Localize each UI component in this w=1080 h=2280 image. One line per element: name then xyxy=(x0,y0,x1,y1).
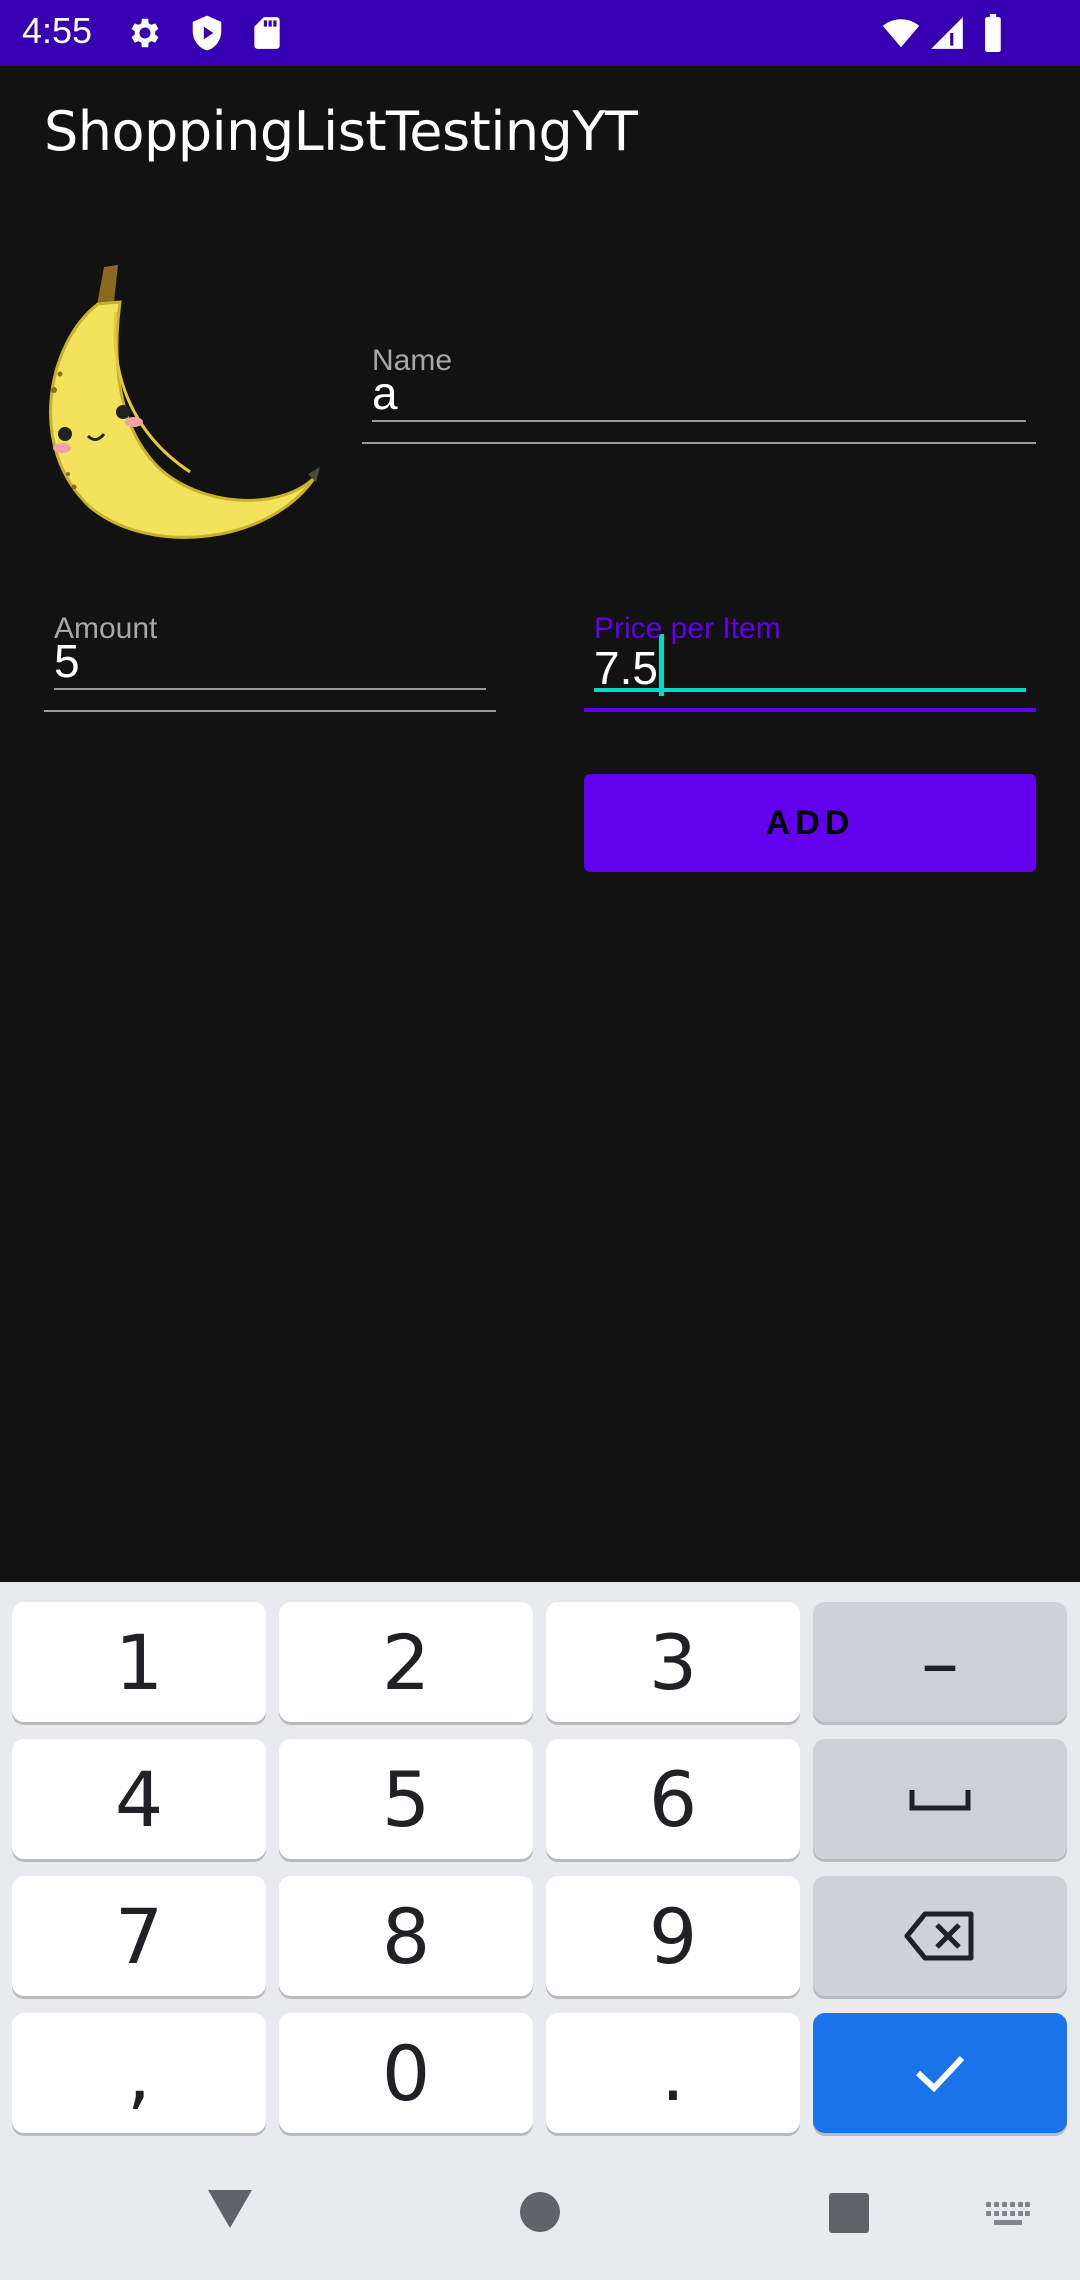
status-time: 4:55 xyxy=(22,10,93,51)
amount-field[interactable]: Amount 5 xyxy=(44,612,496,712)
key-0[interactable]: 0 xyxy=(279,2013,533,2133)
name-outline xyxy=(362,442,1036,444)
key-period[interactable]: . xyxy=(546,2013,800,2133)
sd-card-icon xyxy=(254,17,280,49)
recents-icon[interactable] xyxy=(828,2192,870,2234)
amount-outline xyxy=(44,710,496,712)
key-minus[interactable]: – xyxy=(813,1602,1067,1722)
add-button[interactable]: ADD xyxy=(584,774,1036,872)
home-icon[interactable] xyxy=(518,2190,562,2234)
key-7[interactable]: 7 xyxy=(12,1876,266,1996)
keyboard-switch-icon[interactable] xyxy=(986,2202,1030,2228)
cell-signal-icon xyxy=(931,17,963,49)
amount-underline xyxy=(54,688,486,690)
key-4[interactable]: 4 xyxy=(12,1739,266,1859)
key-3[interactable]: 3 xyxy=(546,1602,800,1722)
key-2[interactable]: 2 xyxy=(279,1602,533,1722)
key-space[interactable] xyxy=(813,1739,1067,1859)
numeric-keyboard: 1 2 3 – 4 5 6 7 8 9 , 0 . xyxy=(0,1582,1080,2280)
key-5[interactable]: 5 xyxy=(279,1739,533,1859)
back-icon[interactable] xyxy=(205,2187,255,2231)
price-field[interactable]: 7.5 Price per Item xyxy=(584,612,1036,712)
name-field[interactable]: Name a xyxy=(362,344,1036,444)
backspace-icon xyxy=(904,1911,974,1961)
key-8[interactable]: 8 xyxy=(279,1876,533,1996)
price-value: 7.5 xyxy=(594,642,658,694)
key-9[interactable]: 9 xyxy=(546,1876,800,1996)
banana-image[interactable] xyxy=(40,262,330,542)
price-outline xyxy=(584,708,1036,712)
key-6[interactable]: 6 xyxy=(546,1739,800,1859)
shield-icon xyxy=(192,15,222,51)
name-underline xyxy=(372,420,1026,422)
wifi-icon xyxy=(882,19,920,48)
space-icon xyxy=(909,1790,971,1811)
name-input[interactable]: a xyxy=(372,366,398,420)
key-comma[interactable]: , xyxy=(12,2013,266,2133)
key-backspace[interactable] xyxy=(813,1876,1067,1996)
app-title: ShoppingListTestingYT xyxy=(44,100,638,163)
price-label: Price per Item xyxy=(594,612,781,645)
key-1[interactable]: 1 xyxy=(12,1602,266,1722)
status-bar: 4:55 xyxy=(0,0,1080,66)
gear-icon xyxy=(131,18,159,48)
battery-icon xyxy=(985,14,1001,52)
check-icon xyxy=(915,2055,965,2093)
price-underline xyxy=(594,688,1026,692)
key-done[interactable] xyxy=(813,2013,1067,2133)
amount-input[interactable]: 5 xyxy=(54,634,80,688)
